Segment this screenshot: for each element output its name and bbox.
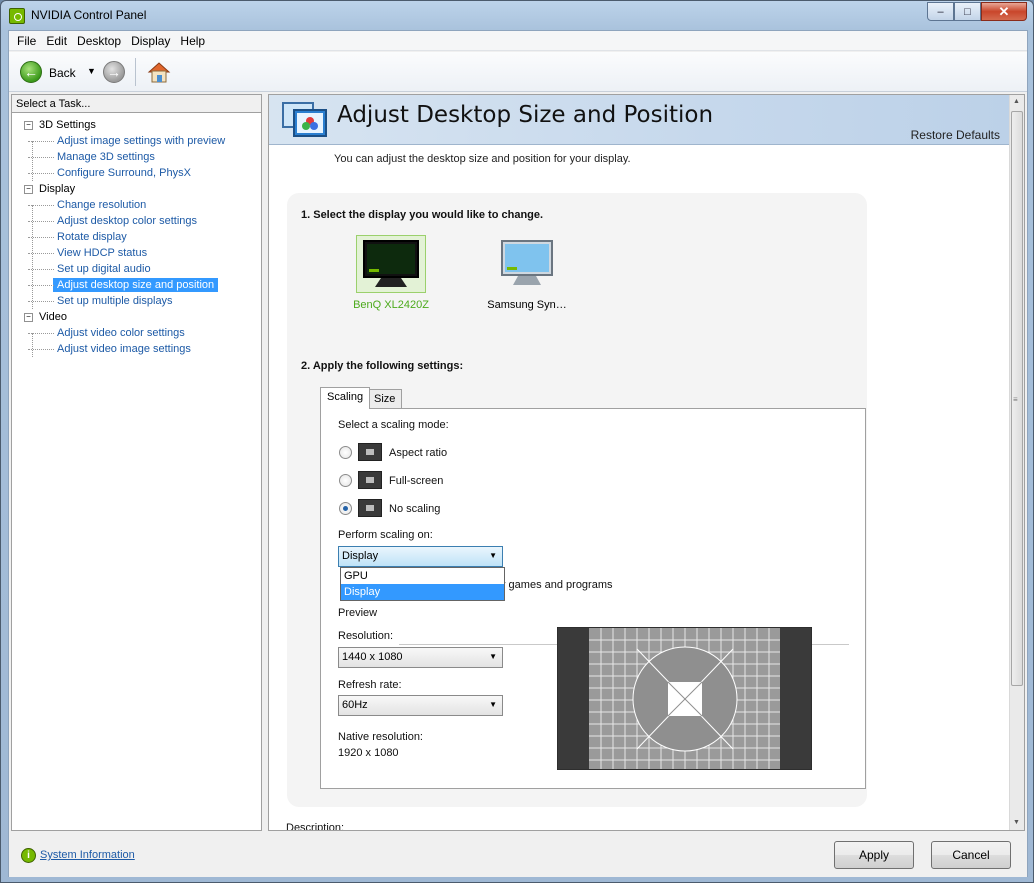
perform-scaling-label: Perform scaling on: bbox=[338, 529, 433, 541]
refresh-rate-label: Refresh rate: bbox=[338, 679, 402, 691]
scaling-mode-label: Select a scaling mode: bbox=[338, 419, 449, 431]
content-scrollbar[interactable]: ▲ ≡ ▼ bbox=[1009, 95, 1024, 830]
monitor-frame bbox=[492, 235, 562, 293]
menu-help[interactable]: Help bbox=[175, 31, 210, 50]
full-screen-icon bbox=[358, 471, 382, 489]
tree-item-desktop-color[interactable]: Adjust desktop color settings bbox=[16, 213, 260, 229]
menu-desktop[interactable]: Desktop bbox=[72, 31, 126, 50]
task-pane: Select a Task... − 3D Settings Adjust im… bbox=[11, 94, 262, 831]
refresh-rate-select[interactable]: 60Hz ▼ bbox=[338, 695, 503, 716]
home-icon[interactable] bbox=[147, 60, 171, 84]
back-arrow-icon[interactable]: ← bbox=[20, 61, 42, 83]
cancel-button[interactable]: Cancel bbox=[931, 841, 1011, 869]
radio-aspect-ratio[interactable] bbox=[339, 446, 352, 459]
chevron-down-icon: ▼ bbox=[489, 700, 497, 709]
page-title: Adjust Desktop Size and Position bbox=[337, 102, 714, 128]
menu-edit[interactable]: Edit bbox=[41, 31, 72, 50]
monitor-icon bbox=[501, 240, 553, 285]
back-history-dropdown-icon[interactable]: ▼ bbox=[87, 66, 96, 76]
resolution-label: Resolution: bbox=[338, 630, 394, 642]
aspect-ratio-label[interactable]: Aspect ratio bbox=[389, 447, 447, 459]
step-1-heading: 1. Select the display you would like to … bbox=[301, 209, 544, 221]
desktop-size-icon bbox=[282, 102, 327, 137]
radio-full-screen[interactable] bbox=[339, 474, 352, 487]
tree-item-configure-surround[interactable]: Configure Surround, PhysX bbox=[16, 165, 260, 181]
override-text-partial: y games and programs bbox=[500, 579, 613, 591]
tab-scaling[interactable]: Scaling bbox=[320, 387, 371, 409]
toolbar: ← Back ▼ → bbox=[9, 52, 1027, 92]
task-tree: − 3D Settings Adjust image settings with… bbox=[16, 117, 260, 357]
close-button[interactable]: ✕ bbox=[981, 2, 1027, 21]
display-card-samsung[interactable]: Samsung Syn… bbox=[487, 235, 567, 311]
resolution-select[interactable]: 1440 x 1080 ▼ bbox=[338, 647, 503, 668]
content-pane: Adjust Desktop Size and Position Restore… bbox=[268, 94, 1025, 831]
tree-group-3d-settings[interactable]: − 3D Settings bbox=[16, 117, 260, 133]
tree-item-rotate-display[interactable]: Rotate display bbox=[16, 229, 260, 245]
no-scaling-icon bbox=[358, 499, 382, 517]
display-name-benq: BenQ XL2420Z bbox=[353, 299, 429, 311]
tree-item-multiple-displays[interactable]: Set up multiple displays bbox=[16, 293, 260, 309]
description-label: Description: bbox=[286, 822, 345, 831]
step-2-heading: 2. Apply the following settings: bbox=[301, 360, 464, 372]
full-screen-label[interactable]: Full-screen bbox=[389, 475, 443, 487]
tree-item-digital-audio[interactable]: Set up digital audio bbox=[16, 261, 260, 277]
scrollbar-grip-icon: ≡ bbox=[1013, 395, 1018, 404]
footer-bar: i System Information Apply Cancel bbox=[9, 833, 1027, 877]
system-info-icon[interactable]: i bbox=[21, 848, 36, 863]
radio-no-scaling[interactable] bbox=[339, 502, 352, 515]
restore-defaults-link[interactable]: Restore Defaults bbox=[911, 128, 1000, 142]
title-bar[interactable]: NVIDIA Control Panel – □ ✕ bbox=[1, 1, 1033, 31]
page-description: You can adjust the desktop size and posi… bbox=[334, 153, 631, 165]
perform-scaling-select[interactable]: Display ▼ bbox=[338, 546, 503, 567]
no-scaling-label[interactable]: No scaling bbox=[389, 503, 440, 515]
tree-item-change-resolution[interactable]: Change resolution bbox=[16, 197, 260, 213]
forward-arrow-icon[interactable]: → bbox=[103, 61, 125, 83]
native-resolution-label: Native resolution: bbox=[338, 731, 423, 743]
scaling-preview-image bbox=[557, 627, 812, 770]
aspect-ratio-icon bbox=[358, 443, 382, 461]
collapse-icon[interactable]: − bbox=[24, 121, 33, 130]
client-area: File Edit Desktop Display Help ← Back ▼ … bbox=[8, 30, 1028, 877]
apply-button[interactable]: Apply bbox=[834, 841, 914, 869]
window-title: NVIDIA Control Panel bbox=[31, 8, 147, 22]
preview-label: Preview bbox=[338, 607, 378, 619]
perform-scaling-dropdown: GPU Display bbox=[340, 567, 505, 601]
tab-size[interactable]: Size bbox=[367, 389, 403, 409]
tree-group-display[interactable]: − Display bbox=[16, 181, 260, 197]
menu-file[interactable]: File bbox=[12, 31, 41, 50]
scroll-down-icon[interactable]: ▼ bbox=[1013, 819, 1020, 826]
back-button-label[interactable]: Back bbox=[49, 66, 76, 80]
collapse-icon[interactable]: − bbox=[24, 313, 33, 322]
display-card-benq[interactable]: BenQ XL2420Z bbox=[351, 235, 431, 311]
option-display[interactable]: Display bbox=[341, 584, 504, 600]
display-name-samsung: Samsung Syn… bbox=[487, 299, 567, 311]
task-pane-header: Select a Task... bbox=[12, 95, 261, 113]
scroll-up-icon[interactable]: ▲ bbox=[1013, 98, 1020, 105]
tree-item-manage-3d-settings[interactable]: Manage 3D settings bbox=[16, 149, 260, 165]
tree-item-desktop-size-position[interactable]: Adjust desktop size and position bbox=[16, 277, 260, 293]
monitor-selected-frame bbox=[356, 235, 426, 293]
tree-item-video-color[interactable]: Adjust video color settings bbox=[16, 325, 260, 341]
tree-item-video-image[interactable]: Adjust video image settings bbox=[16, 341, 260, 357]
app-window: NVIDIA Control Panel – □ ✕ File Edit Des… bbox=[0, 0, 1034, 883]
tree-item-adjust-image-settings[interactable]: Adjust image settings with preview bbox=[16, 133, 260, 149]
native-resolution-value: 1920 x 1080 bbox=[338, 747, 399, 759]
menu-bar: File Edit Desktop Display Help bbox=[9, 31, 1027, 51]
nvidia-app-icon bbox=[9, 8, 25, 24]
system-information-link[interactable]: System Information bbox=[40, 849, 135, 861]
collapse-icon[interactable]: − bbox=[24, 185, 33, 194]
maximize-button[interactable]: □ bbox=[954, 2, 981, 21]
chevron-down-icon: ▼ bbox=[489, 652, 497, 661]
minimize-button[interactable]: – bbox=[927, 2, 954, 21]
option-gpu[interactable]: GPU bbox=[341, 568, 504, 584]
tree-item-hdcp-status[interactable]: View HDCP status bbox=[16, 245, 260, 261]
chevron-down-icon: ▼ bbox=[489, 551, 497, 560]
monitor-icon bbox=[363, 240, 419, 287]
page-banner: Adjust Desktop Size and Position Restore… bbox=[269, 95, 1010, 145]
menu-display[interactable]: Display bbox=[126, 31, 175, 50]
toolbar-separator bbox=[135, 58, 136, 86]
tree-group-video[interactable]: − Video bbox=[16, 309, 260, 325]
